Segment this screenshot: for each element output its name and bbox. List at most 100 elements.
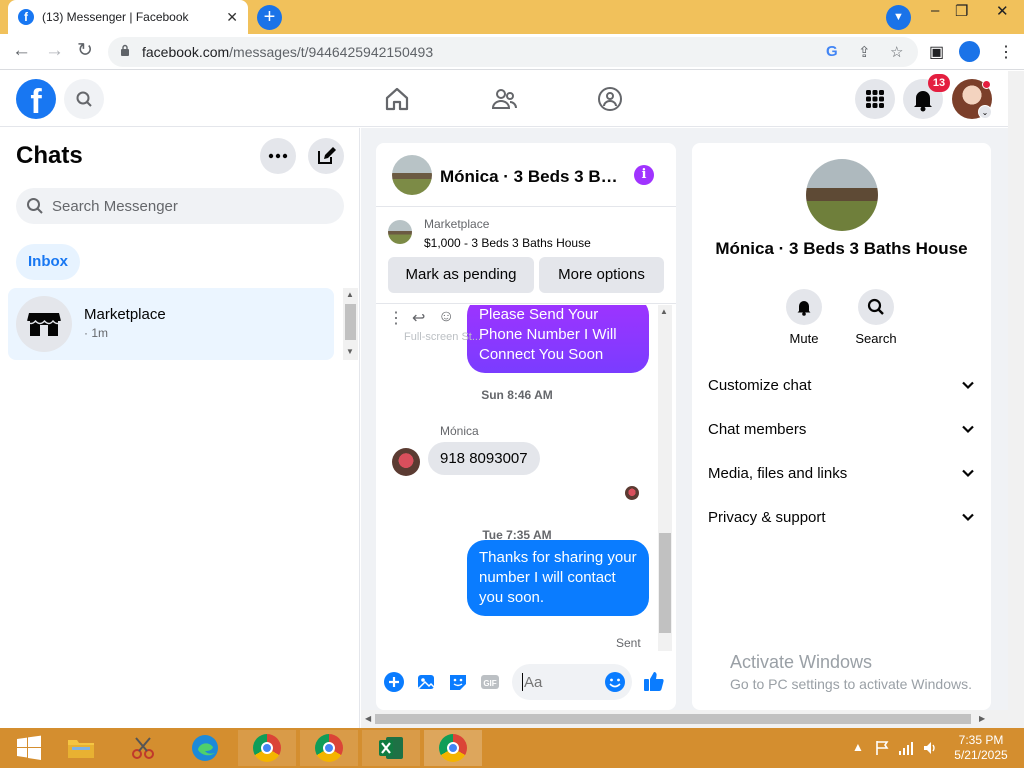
listing-title[interactable]: $1,000 - 3 Beds 3 Baths House: [424, 236, 591, 250]
chrome-taskbar-button[interactable]: [238, 730, 296, 766]
close-tab-icon[interactable]: ✕: [226, 9, 238, 26]
groups-icon[interactable]: [596, 85, 624, 113]
scroll-up-arrow-icon[interactable]: ▲: [346, 290, 354, 299]
network-signal-icon[interactable]: [898, 740, 914, 756]
snipping-tool-taskbar-button[interactable]: [114, 730, 172, 766]
listing-thumbnail[interactable]: [388, 220, 412, 244]
start-button[interactable]: [0, 730, 58, 766]
facebook-logo-icon[interactable]: f: [16, 79, 56, 119]
forward-button[interactable]: →: [45, 41, 64, 61]
home-icon[interactable]: [383, 85, 411, 113]
scroll-down-arrow-icon[interactable]: ▼: [346, 347, 354, 356]
more-vertical-icon[interactable]: ⋮: [388, 308, 404, 328]
messenger-search-field[interactable]: [16, 188, 344, 224]
edge-browser-icon: [192, 735, 218, 761]
gif-icon[interactable]: GIF: [479, 671, 501, 693]
chrome-profile-avatar[interactable]: [959, 41, 980, 62]
facebook-search-button[interactable]: [64, 79, 104, 119]
google-lens-icon[interactable]: G: [826, 43, 838, 60]
show-hidden-icons-icon[interactable]: ▲: [852, 740, 864, 754]
inbox-tab[interactable]: Inbox: [16, 244, 80, 280]
lock-icon[interactable]: [120, 44, 130, 57]
incoming-message[interactable]: 918 8093007: [428, 442, 540, 475]
thumbs-up-icon[interactable]: [642, 669, 666, 693]
chat-options-button[interactable]: [260, 138, 296, 174]
chat-list-item[interactable]: Marketplace · 1m: [8, 288, 334, 360]
chrome-menu-icon[interactable]: ⋮: [998, 42, 1014, 62]
clock-time: 7:35 PM: [958, 733, 1004, 747]
chrome-taskbar-button[interactable]: [300, 730, 358, 766]
chat-members-section[interactable]: Chat members: [692, 407, 991, 451]
search-in-conversation-button[interactable]: Search: [846, 289, 906, 346]
browser-tab[interactable]: f (13) Messenger | Facebook ✕: [8, 0, 248, 34]
marketplace-listing-banner: Marketplace $1,000 - 3 Beds 3 Baths Hous…: [376, 208, 676, 304]
mute-circle[interactable]: [786, 289, 822, 325]
excel-taskbar-button[interactable]: [362, 730, 420, 766]
menu-button[interactable]: [855, 79, 895, 119]
file-explorer-taskbar-button[interactable]: [52, 730, 110, 766]
media-files-links-section[interactable]: Media, files and links: [692, 451, 991, 495]
tab-search-button[interactable]: ▼: [886, 5, 911, 30]
action-center-flag-icon[interactable]: [874, 740, 890, 756]
horizontal-scroll-thumb[interactable]: [375, 714, 971, 724]
side-panel-icon[interactable]: ▣: [929, 42, 944, 62]
share-icon[interactable]: ⇪: [858, 43, 871, 61]
photo-icon[interactable]: [415, 671, 437, 693]
search-circle[interactable]: [858, 289, 894, 325]
outgoing-message[interactable]: Please Send Your Phone Number I Will Con…: [467, 305, 649, 373]
chat-list-scroll-thumb[interactable]: [345, 304, 356, 340]
system-clock[interactable]: 7:35 PM 5/21/2025: [946, 733, 1016, 763]
chat-list-scrollbar[interactable]: ▲ ▼: [343, 288, 358, 360]
edge-taskbar-button[interactable]: [176, 730, 234, 766]
address-bar[interactable]: facebook.com/messages/t/9446425942150493…: [108, 37, 918, 67]
new-message-button[interactable]: [308, 138, 344, 174]
messenger-search-input[interactable]: [52, 188, 332, 224]
thread-scroll-thumb[interactable]: [659, 533, 671, 633]
more-options-button[interactable]: More options: [539, 257, 664, 293]
outgoing-message[interactable]: Thanks for sharing your number I will co…: [467, 540, 649, 616]
friends-icon[interactable]: [490, 85, 518, 113]
more-dots-icon: [268, 153, 288, 159]
marketplace-label: Marketplace: [424, 217, 490, 231]
mute-button[interactable]: Mute: [774, 289, 834, 346]
scroll-up-arrow-icon[interactable]: ▲: [660, 307, 668, 316]
search-icon: [27, 198, 43, 214]
bookmark-star-icon[interactable]: ☆: [890, 43, 903, 61]
scroll-right-arrow-icon[interactable]: ▶: [979, 714, 985, 723]
customize-chat-section[interactable]: Customize chat: [692, 363, 991, 407]
sender-avatar[interactable]: [392, 448, 420, 476]
restore-button[interactable]: ❐: [955, 2, 968, 20]
close-window-button[interactable]: ✕: [996, 2, 1009, 20]
sticker-icon[interactable]: [447, 671, 469, 693]
section-label: Media, files and links: [708, 464, 848, 482]
folder-icon: [68, 740, 94, 758]
listing-avatar[interactable]: [806, 159, 878, 231]
conversation-title[interactable]: Mónica · 3 Beds 3 Baths House: [440, 167, 626, 187]
page-horizontal-scrollbar[interactable]: ◀ ▶: [361, 710, 1008, 728]
scroll-left-arrow-icon[interactable]: ◀: [365, 714, 371, 723]
message-input-field[interactable]: [512, 664, 632, 700]
conversation-avatar[interactable]: [392, 155, 432, 195]
account-chevron-icon[interactable]: ⌄: [978, 105, 992, 119]
add-plus-icon[interactable]: [383, 671, 405, 693]
chrome-taskbar-button-active[interactable]: [424, 730, 482, 766]
search-icon: [867, 298, 884, 315]
section-label: Customize chat: [708, 376, 812, 394]
back-button[interactable]: ←: [12, 41, 31, 61]
fullscreen-hint: Full-screen St...: [404, 331, 482, 343]
react-emoji-icon[interactable]: ☺: [438, 308, 454, 326]
volume-icon[interactable]: [922, 740, 938, 756]
message-input[interactable]: [524, 664, 600, 700]
minimize-button[interactable]: –: [931, 2, 939, 19]
privacy-support-section[interactable]: Privacy & support: [692, 495, 991, 539]
windows-logo-icon: [17, 735, 41, 760]
mark-as-pending-button[interactable]: Mark as pending: [388, 257, 534, 293]
url-text[interactable]: facebook.com/messages/t/9446425942150493: [142, 44, 433, 60]
reload-button[interactable]: ↻: [77, 41, 93, 61]
conversation-info-icon[interactable]: i: [634, 165, 654, 185]
page-vertical-scrollbar[interactable]: [1008, 71, 1024, 728]
thread-scrollbar[interactable]: ▲: [658, 305, 672, 651]
reply-icon[interactable]: ↩: [412, 308, 425, 328]
emoji-icon[interactable]: [604, 671, 626, 693]
new-tab-button[interactable]: +: [257, 5, 282, 30]
